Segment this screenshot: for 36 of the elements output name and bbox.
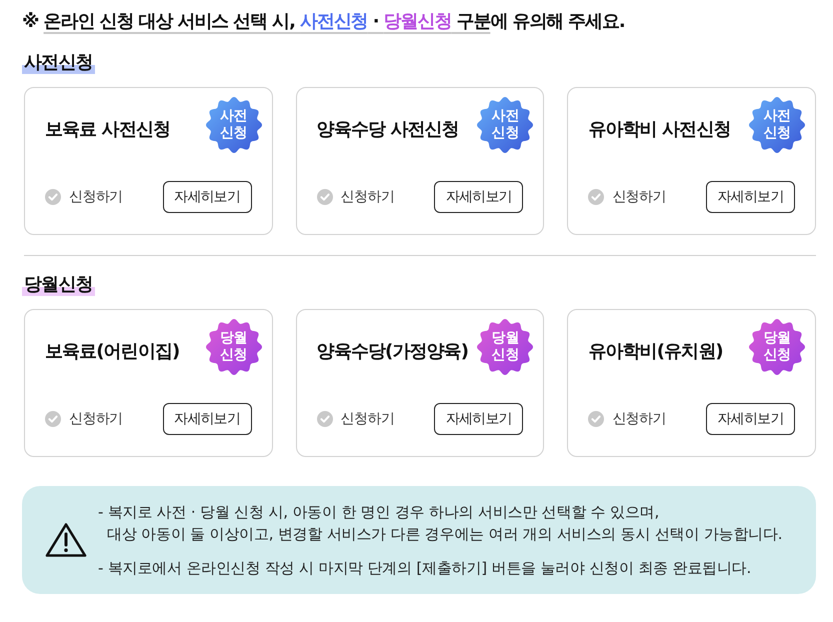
check-circle-icon[interactable] — [316, 411, 333, 427]
apply-checkbox[interactable]: 신청하기 — [45, 188, 123, 206]
application-badge: 당월 신청 — [206, 319, 262, 375]
check-circle-icon[interactable] — [316, 189, 333, 205]
notice-text: ※ 온라인 신청 대상 서비스 선택 시, 사전신청 · 당월신청 구분에 유의해 주세요. — [22, 10, 626, 34]
section-heading: 사전신청 — [22, 52, 95, 74]
application-badge: 당월 신청 — [477, 319, 534, 375]
card-title: 보육료(어린이집) — [45, 340, 180, 363]
details-button[interactable]: 자세히보기 — [706, 403, 795, 435]
application-badge: 당월 신청 — [749, 319, 805, 375]
card-title: 유아학비 사전신청 — [588, 118, 730, 141]
card-title: 양육수당 사전신청 — [316, 118, 459, 141]
details-button[interactable]: 자세히보기 — [162, 181, 252, 213]
application-badge: 사전 신청 — [206, 97, 262, 153]
apply-checkbox[interactable]: 신청하기 — [588, 410, 666, 428]
application-badge: 사전 신청 — [749, 97, 805, 153]
apply-checkbox[interactable]: 신청하기 — [45, 410, 123, 428]
details-button[interactable]: 자세히보기 — [162, 403, 252, 435]
check-circle-icon[interactable] — [588, 411, 604, 427]
card-title: 양육수당(가정양육) — [316, 340, 468, 363]
warning-icon — [45, 522, 87, 558]
application-badge: 사전 신청 — [477, 97, 534, 153]
check-circle-icon[interactable] — [45, 411, 61, 427]
apply-checkbox[interactable]: 신청하기 — [316, 188, 394, 206]
check-circle-icon[interactable] — [588, 189, 604, 205]
details-button[interactable]: 자세히보기 — [706, 181, 795, 213]
apply-checkbox[interactable]: 신청하기 — [588, 188, 666, 206]
details-button[interactable]: 자세히보기 — [434, 403, 524, 435]
notice-note: - 복지로 사전 · 당월 신청 시, 아동이 한 명인 경우 하나의 서비스만 선택할 수 있으며, 대상 아동이 둘 이상이고, 변경할 서비스가 다른 경우에는 여러 개의 서비스의 동시 선택이 가능합니다. — [98, 502, 782, 545]
card-title: 유아학비(유치원) — [588, 340, 723, 363]
notice-note: - 복지로에서 온라인신청 작성 시 마지막 단계의 [제출하기] 버튼을 눌러야 신청이 최종 완료됩니다. — [98, 558, 752, 579]
card-title: 보육료 사전신청 — [45, 118, 170, 141]
details-button[interactable]: 자세히보기 — [434, 181, 524, 213]
check-circle-icon[interactable] — [45, 189, 61, 205]
section-heading: 당월신청 — [22, 274, 95, 296]
apply-checkbox[interactable]: 신청하기 — [316, 410, 394, 428]
